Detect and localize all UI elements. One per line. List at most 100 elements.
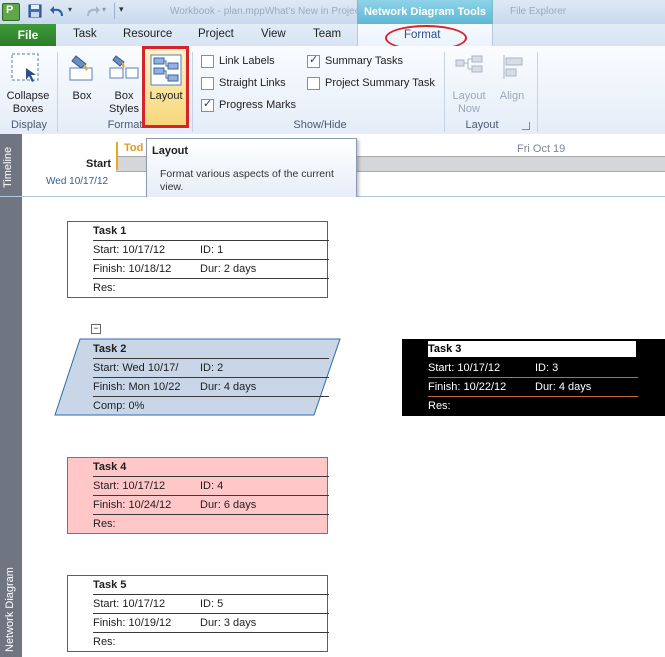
layout-now-icon[interactable] bbox=[454, 54, 486, 80]
task-finish: Finish: Mon 10/22 bbox=[93, 381, 181, 393]
task-start-row: Start: Wed 10/17/ ID: 2 bbox=[93, 359, 329, 378]
box-button[interactable]: Box bbox=[66, 90, 98, 103]
timeline-fri-label: Fri Oct 19 bbox=[517, 143, 566, 155]
save-icon[interactable] bbox=[28, 4, 42, 18]
task-resource: Res: bbox=[93, 282, 116, 294]
today-label: Tod bbox=[124, 142, 144, 154]
group-divider bbox=[444, 52, 445, 132]
task-id: ID: 3 bbox=[535, 362, 559, 374]
redo-dropdown-icon[interactable]: ▾ bbox=[102, 5, 106, 14]
collapse-boxes-icon[interactable] bbox=[10, 52, 42, 84]
ghost-title-2: What's New in Project bbox=[265, 6, 363, 17]
task-node-5-content: Task 5 Start: 10/17/12 ID: 5 Finish: 10/… bbox=[67, 575, 329, 652]
task-start-row: Start: 10/17/12 ID: 4 bbox=[93, 477, 329, 496]
layout-group-launcher-icon[interactable] bbox=[522, 122, 530, 130]
task-duration: Dur: 4 days bbox=[200, 381, 257, 393]
group-divider bbox=[537, 52, 538, 132]
straight-links-label: Straight Links bbox=[219, 77, 286, 89]
task-finish-row: Finish: 10/22/12 Dur: 4 days bbox=[428, 378, 638, 397]
link-labels-checkbox[interactable] bbox=[201, 55, 214, 68]
customize-qat-icon[interactable]: ▾ bbox=[119, 4, 124, 15]
align-button[interactable]: Align bbox=[494, 90, 530, 103]
task-id: ID: 4 bbox=[200, 480, 224, 492]
box-paint-icon[interactable] bbox=[66, 54, 96, 84]
network-diagram-tools-context: Network Diagram Tools bbox=[357, 0, 493, 24]
task-resource: Res: bbox=[93, 518, 116, 530]
task-node-3-content: Task 3 Start: 10/17/12 ID: 3 Finish: 10/… bbox=[402, 339, 665, 416]
project-summary-task-checkbox[interactable] bbox=[307, 77, 320, 90]
layout-group-label: Layout bbox=[465, 119, 499, 131]
timeline-start-date: Wed 10/17/12 bbox=[46, 176, 109, 187]
task-id: ID: 5 bbox=[200, 598, 224, 610]
task-finish: Finish: 10/19/12 bbox=[93, 617, 172, 629]
progress-marks-label: Progress Marks bbox=[219, 99, 297, 111]
task-name: Task 3 bbox=[428, 341, 636, 357]
layout-now-button[interactable]: Layout Now bbox=[449, 90, 489, 116]
timeline-side-label: Timeline bbox=[2, 146, 14, 188]
align-icon[interactable] bbox=[500, 54, 526, 80]
task-finish-row: Finish: Mon 10/22 Dur: 4 days bbox=[93, 378, 329, 397]
tooltip-title: Layout bbox=[152, 145, 189, 157]
timeline-start-label: Start bbox=[86, 158, 112, 170]
task-start-row: Start: 10/17/12 ID: 3 bbox=[428, 359, 638, 378]
qat-divider bbox=[114, 3, 115, 19]
task-finish-row: Finish: 10/24/12 Dur: 6 days bbox=[93, 496, 329, 515]
task-finish: Finish: 10/18/12 bbox=[93, 263, 172, 275]
tooltip-body: Format various aspects of the current vi… bbox=[160, 168, 334, 193]
task-start-row: Start: 10/17/12 ID: 1 bbox=[93, 241, 329, 260]
undo-icon[interactable] bbox=[50, 4, 66, 18]
layout-button-label: Layout bbox=[149, 90, 183, 102]
summary-tasks-label: Summary Tasks bbox=[325, 55, 404, 67]
straight-links-checkbox[interactable] bbox=[201, 77, 214, 90]
box-styles-button[interactable]: Box Styles bbox=[104, 90, 144, 116]
task-start: Start: 10/17/12 bbox=[93, 480, 166, 492]
task-start: Start: 10/17/12 bbox=[428, 362, 501, 374]
network-diagram-side-label: Network Diagram bbox=[4, 567, 16, 652]
task-start: Start: 10/17/12 bbox=[93, 244, 166, 256]
format-group-label: Format bbox=[107, 119, 143, 131]
task-duration: Dur: 2 days bbox=[200, 263, 257, 275]
tab-task[interactable]: Task bbox=[73, 28, 97, 40]
project-summary-task-label: Project Summary Task bbox=[325, 77, 435, 89]
task-id: ID: 2 bbox=[200, 362, 224, 374]
tab-project[interactable]: Project bbox=[198, 28, 234, 40]
group-divider bbox=[57, 52, 58, 132]
task-duration: Dur: 6 days bbox=[200, 499, 257, 511]
display-group-label: Display bbox=[10, 119, 48, 131]
tab-team[interactable]: Team bbox=[313, 28, 341, 40]
task-complete: Comp: 0% bbox=[93, 400, 145, 412]
ghost-title-3: File Explorer bbox=[510, 6, 567, 17]
task-start: Start: Wed 10/17/ bbox=[93, 362, 179, 374]
task-name: Task 1 bbox=[93, 222, 329, 241]
ghost-title-1: Workbook - plan.mpp bbox=[170, 6, 265, 17]
file-tab[interactable]: File bbox=[0, 24, 56, 46]
task-resource: Res: bbox=[93, 636, 116, 648]
layout-icon bbox=[150, 54, 182, 86]
task-finish: Finish: 10/22/12 bbox=[428, 381, 507, 393]
redo-icon[interactable] bbox=[84, 4, 100, 18]
task-node-1-content: Task 1 Start: 10/17/12 ID: 1 Finish: 10/… bbox=[67, 221, 329, 298]
tab-view[interactable]: View bbox=[261, 28, 286, 40]
today-marker bbox=[116, 142, 118, 170]
task-start-row: Start: 10/17/12 ID: 5 bbox=[93, 595, 329, 614]
task-start: Start: 10/17/12 bbox=[93, 598, 166, 610]
show-hide-group-label: Show/Hide bbox=[293, 119, 347, 131]
summary-tasks-checkbox[interactable] bbox=[307, 53, 320, 68]
task-name: Task 4 bbox=[93, 458, 329, 477]
task-node-2-content: Task 2 Start: Wed 10/17/ ID: 2 Finish: M… bbox=[67, 339, 329, 416]
progress-marks-checkbox[interactable] bbox=[201, 97, 214, 112]
tab-resource[interactable]: Resource bbox=[123, 28, 172, 40]
collapse-boxes-button[interactable]: Collapse Boxes bbox=[4, 90, 52, 116]
task-node-4-content: Task 4 Start: 10/17/12 ID: 4 Finish: 10/… bbox=[67, 457, 329, 534]
task-duration: Dur: 3 days bbox=[200, 617, 257, 629]
box-styles-icon[interactable] bbox=[108, 54, 140, 84]
task-duration: Dur: 4 days bbox=[535, 381, 592, 393]
project-app-icon[interactable]: P bbox=[2, 3, 20, 21]
task-resource: Res: bbox=[428, 400, 451, 412]
collapse-toggle[interactable]: − bbox=[91, 324, 101, 334]
link-labels-label: Link Labels bbox=[219, 55, 275, 67]
task-name: Task 2 bbox=[93, 340, 329, 359]
task-finish-row: Finish: 10/18/12 Dur: 2 days bbox=[93, 260, 329, 279]
task-name: Task 5 bbox=[93, 576, 329, 595]
undo-dropdown-icon[interactable]: ▾ bbox=[68, 5, 72, 14]
